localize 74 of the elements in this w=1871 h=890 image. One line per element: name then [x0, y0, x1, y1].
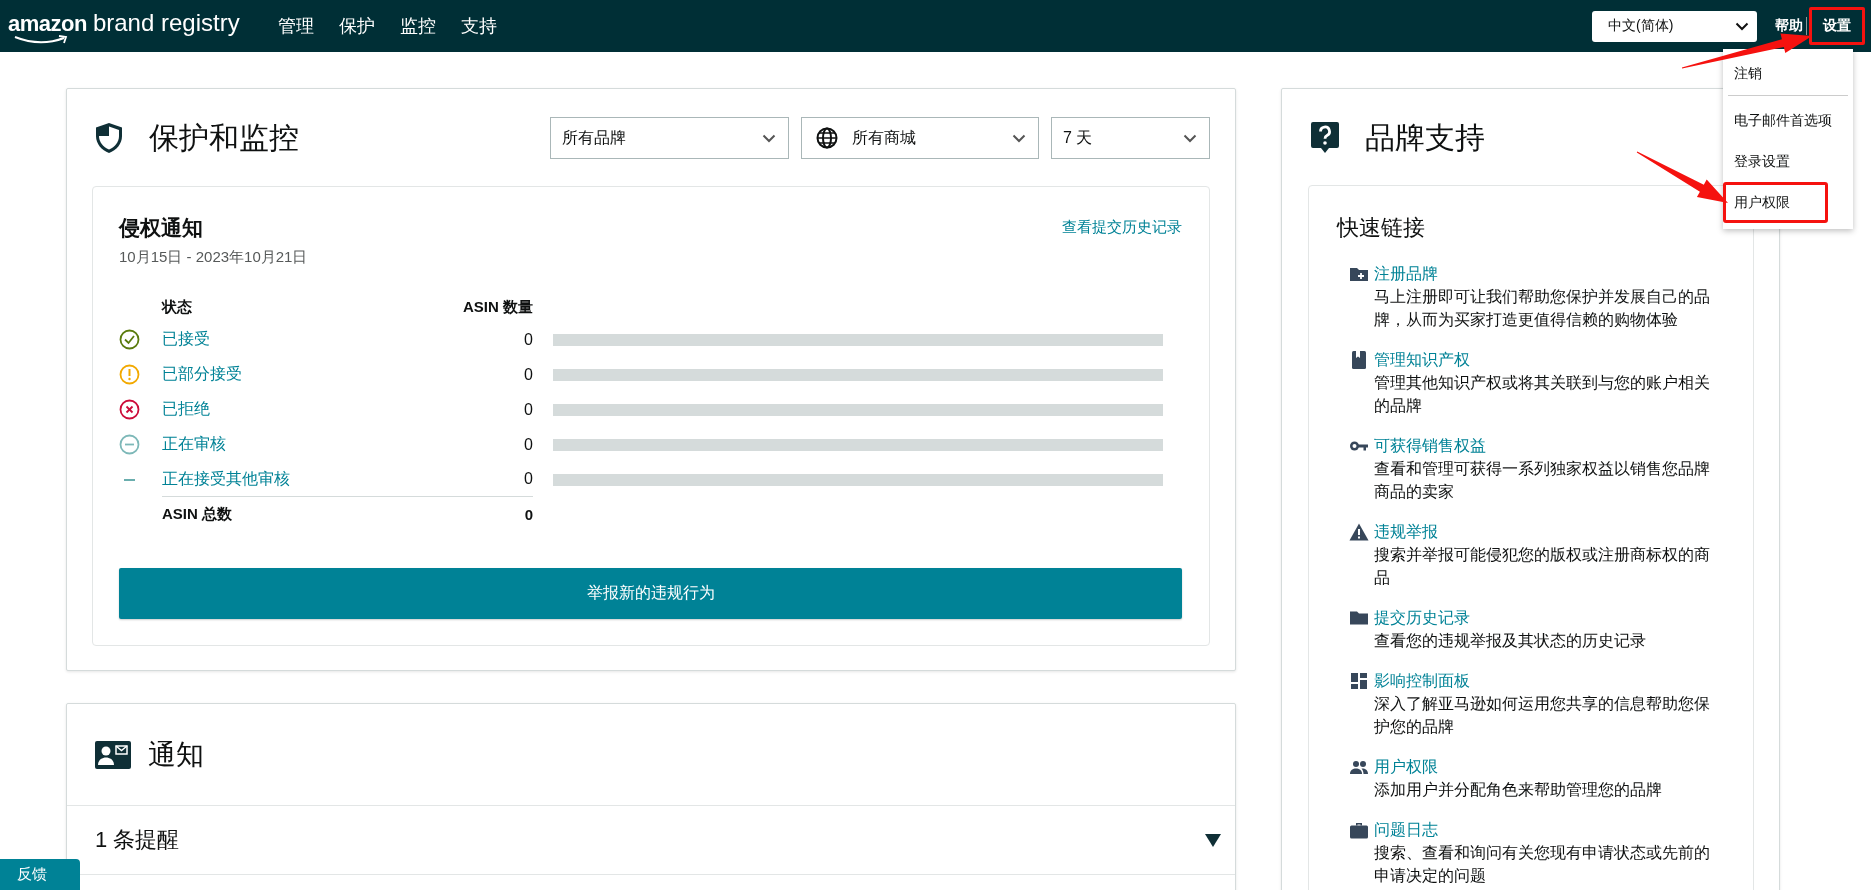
card-title: 保护和监控	[149, 119, 299, 156]
nav-link[interactable]: 监控	[399, 14, 436, 38]
check-circle-icon	[119, 329, 140, 350]
status-link[interactable]: 正在接受其他审核	[162, 468, 290, 490]
link-description: 添加用户并分配角色来帮助管理您的品牌	[1374, 780, 1663, 800]
x-circle-icon	[119, 399, 140, 420]
link-description: 查看您的违规举报及其状态的历史记录	[1374, 631, 1647, 651]
status-link[interactable]: 已部分接受	[162, 364, 242, 385]
logo-subtitle: brand registry	[92, 9, 240, 37]
smile-arrow-icon	[14, 35, 70, 45]
status-link[interactable]: 已接受	[162, 329, 210, 350]
panel-title: 快速链接	[1337, 214, 1426, 242]
link-description: 搜索并举报可能侵犯您的版权或注册商标权的商品	[1374, 545, 1711, 588]
card-title: 通知	[148, 737, 204, 772]
quick-link[interactable]: 问题日志	[1374, 818, 1720, 841]
filter-select[interactable]: 所有商城	[801, 117, 1039, 159]
report-button[interactable]: 举报新的违规行为	[119, 568, 1182, 619]
count-text: 0	[524, 400, 533, 419]
panel-title: 侵权通知	[119, 215, 204, 241]
column-header: ASIN 数量	[462, 296, 533, 317]
chevron-down-icon	[1012, 133, 1026, 143]
expand-triangle-icon[interactable]	[1205, 833, 1221, 847]
count-text: 0	[524, 435, 533, 454]
count-text: 0	[524, 365, 533, 384]
warning-icon	[1349, 521, 1369, 542]
filter-select[interactable]: 所有品牌	[550, 117, 789, 159]
book-icon	[1349, 349, 1369, 370]
quick-link[interactable]: 管理知识产权	[1374, 348, 1720, 371]
dashboard-icon	[1349, 670, 1369, 691]
quick-link[interactable]: 用户权限	[1374, 755, 1720, 778]
count-text: 0	[524, 470, 533, 488]
link-description: 管理其他知识产权或将其关联到与您的账户相关的品牌	[1374, 373, 1711, 416]
settings-link[interactable]: 设置	[1809, 7, 1865, 45]
language-select[interactable]: 中文(简体)	[1592, 10, 1757, 42]
chevron-down-icon	[762, 133, 776, 143]
help-link[interactable]: 帮助	[1775, 17, 1803, 35]
menu-item[interactable]: 电子邮件首选项	[1723, 100, 1843, 141]
link-description: 马上注册即可让我们帮助您保护并发展自己的品牌，从而为买家打造更值得信赖的购物体验	[1374, 287, 1711, 330]
quick-link[interactable]: 注册品牌	[1374, 262, 1720, 285]
reminder-count: 1 条提醒	[95, 826, 180, 854]
shield-icon	[95, 122, 123, 154]
menu-item[interactable]: 注销	[1723, 53, 1828, 94]
chevron-down-icon	[1183, 133, 1197, 143]
alert-circle-icon	[119, 364, 140, 385]
column-header: 状态	[162, 296, 193, 317]
nav-link[interactable]: 支持	[460, 14, 497, 38]
link-description: 深入了解亚马逊如何运用您共享的信息帮助您保护您的品牌	[1374, 694, 1711, 737]
quick-link[interactable]: 影响控制面板	[1374, 669, 1720, 692]
feedback-tab[interactable]: 反馈	[0, 859, 80, 890]
link-description: 搜索、查看和询问有关您现有申请状态或先前的申请决定的问题	[1374, 843, 1711, 886]
menu-item[interactable]: 用户权限	[1723, 182, 1828, 223]
nav-link[interactable]: 管理	[277, 14, 314, 38]
total-label: ASIN 总数	[162, 505, 232, 524]
total-count: 0	[524, 506, 533, 523]
history-link[interactable]: 查看提交历史记录	[1062, 218, 1182, 237]
logo-wordmark[interactable]: amazon	[8, 11, 87, 37]
menu-item[interactable]: 登录设置	[1723, 141, 1828, 182]
count-text: 0	[524, 330, 533, 349]
globe-icon	[816, 127, 838, 149]
status-link[interactable]: 正在审核	[162, 434, 226, 455]
filter-select[interactable]: 7 天	[1051, 117, 1210, 159]
minus-circle-icon	[119, 434, 140, 455]
status-link[interactable]: 已拒绝	[162, 399, 210, 420]
date-range: 10月15日 - 2023年10月21日	[119, 247, 308, 267]
card-title: 品牌支持	[1365, 119, 1485, 156]
nav-link[interactable]: 保护	[338, 14, 375, 38]
contact-card-icon	[95, 740, 131, 769]
help-bubble-icon	[1311, 122, 1339, 154]
quick-link[interactable]: 提交历史记录	[1374, 606, 1720, 629]
quick-link[interactable]: 可获得销售权益	[1374, 434, 1720, 457]
quick-link[interactable]: 违规举报	[1374, 520, 1720, 543]
chevron-down-icon	[1735, 21, 1749, 31]
link-description: 查看和管理可获得一系列独家权益以销售您品牌商品的卖家	[1374, 459, 1711, 502]
dash-icon	[124, 478, 135, 481]
